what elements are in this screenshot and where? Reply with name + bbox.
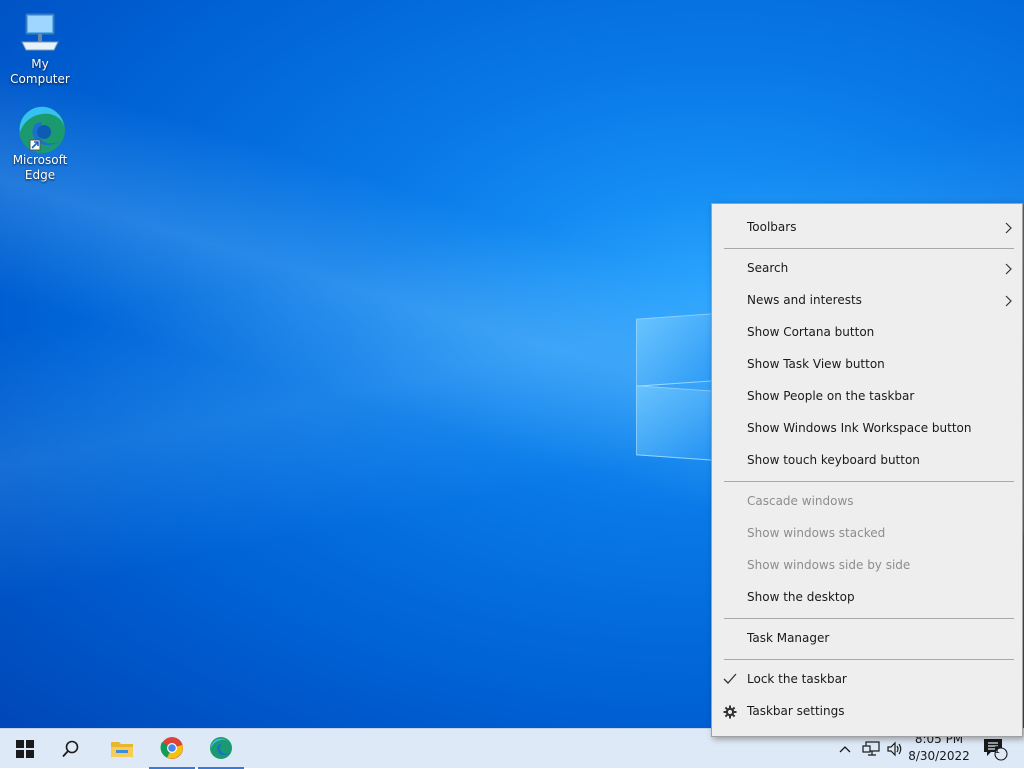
- chevron-right-icon: [1005, 263, 1012, 275]
- menu-item-show-windows-side-by-side: Show windows side by side: [713, 550, 1021, 582]
- menu-item-label: Cascade windows: [747, 494, 854, 508]
- taskbar-chrome-button[interactable]: [149, 729, 195, 769]
- menu-item-label: News and interests: [747, 293, 862, 307]
- menu-item-label: Search: [747, 261, 789, 275]
- edge-icon: [19, 106, 65, 153]
- notification-count-badge: 1: [993, 745, 1001, 756]
- edge-icon: [210, 737, 232, 759]
- volume-icon: [887, 741, 902, 757]
- menu-item-task-manager[interactable]: Task Manager: [713, 623, 1021, 655]
- wallpaper-logo-pane: [636, 313, 714, 387]
- chrome-icon: [160, 737, 183, 759]
- chevron-right-icon: [1005, 222, 1012, 234]
- taskbar-file-explorer-button[interactable]: [99, 729, 145, 769]
- computer-icon: [21, 13, 59, 51]
- menu-item-label: Show Cortana button: [747, 325, 875, 339]
- start-button[interactable]: [2, 729, 48, 769]
- menu-item-search[interactable]: Search: [713, 253, 1021, 285]
- menu-item-show-windows-stacked: Show windows stacked: [713, 518, 1021, 550]
- menu-item-show-task-view-button[interactable]: Show Task View button: [713, 349, 1021, 381]
- menu-item-label: Show Windows Ink Workspace button: [747, 421, 972, 435]
- chevron-up-icon: [839, 746, 851, 753]
- desktop-icon-label: Microsoft Edge: [12, 153, 68, 182]
- menu-item-show-cortana-button[interactable]: Show Cortana button: [713, 317, 1021, 349]
- gear-icon: [723, 705, 737, 719]
- menu-separator: [724, 618, 1014, 619]
- menu-item-label: Show windows stacked: [747, 526, 886, 540]
- desktop-icon-label: My Computer: [10, 57, 70, 86]
- taskbar-edge-button[interactable]: [198, 729, 244, 769]
- menu-item-show-people[interactable]: Show People on the taskbar: [713, 381, 1021, 413]
- wallpaper-logo-pane: [636, 385, 714, 461]
- taskbar-context-menu: Toolbars Search News and interests Show …: [711, 203, 1023, 737]
- clock-date: 8/30/2022: [908, 749, 970, 763]
- menu-separator: [724, 248, 1014, 249]
- menu-item-label: Taskbar settings: [747, 704, 845, 718]
- network-icon: [862, 741, 880, 756]
- menu-item-label: Show People on the taskbar: [747, 389, 915, 403]
- taskbar-search-button[interactable]: [48, 729, 94, 769]
- menu-item-show-the-desktop[interactable]: Show the desktop: [713, 582, 1021, 614]
- menu-item-label: Task Manager: [747, 631, 830, 645]
- menu-item-label: Show touch keyboard button: [747, 453, 920, 467]
- menu-item-show-touch-keyboard[interactable]: Show touch keyboard button: [713, 445, 1021, 477]
- file-explorer-icon: [111, 742, 133, 757]
- menu-item-news-and-interests[interactable]: News and interests: [713, 285, 1021, 317]
- menu-item-label: Show Task View button: [747, 357, 885, 371]
- menu-separator: [724, 481, 1014, 482]
- menu-item-cascade-windows: Cascade windows: [713, 486, 1021, 518]
- desktop-icon-microsoft-edge[interactable]: Microsoft Edge: [0, 104, 80, 183]
- checkmark-icon: [723, 673, 737, 684]
- start-icon: [16, 740, 34, 758]
- menu-item-label: Lock the taskbar: [747, 672, 847, 686]
- chevron-right-icon: [1005, 295, 1012, 307]
- menu-item-show-windows-ink[interactable]: Show Windows Ink Workspace button: [713, 413, 1021, 445]
- menu-item-lock-the-taskbar[interactable]: Lock the taskbar: [713, 664, 1021, 696]
- search-icon: [62, 740, 79, 758]
- menu-item-toolbars[interactable]: Toolbars: [713, 212, 1021, 244]
- menu-item-label: Show windows side by side: [747, 558, 911, 572]
- menu-item-taskbar-settings[interactable]: Taskbar settings: [713, 696, 1021, 728]
- menu-item-label: Show the desktop: [747, 590, 855, 604]
- menu-separator: [724, 659, 1014, 660]
- desktop-icon-my-computer[interactable]: My Computer: [0, 10, 80, 87]
- menu-item-label: Toolbars: [747, 220, 797, 234]
